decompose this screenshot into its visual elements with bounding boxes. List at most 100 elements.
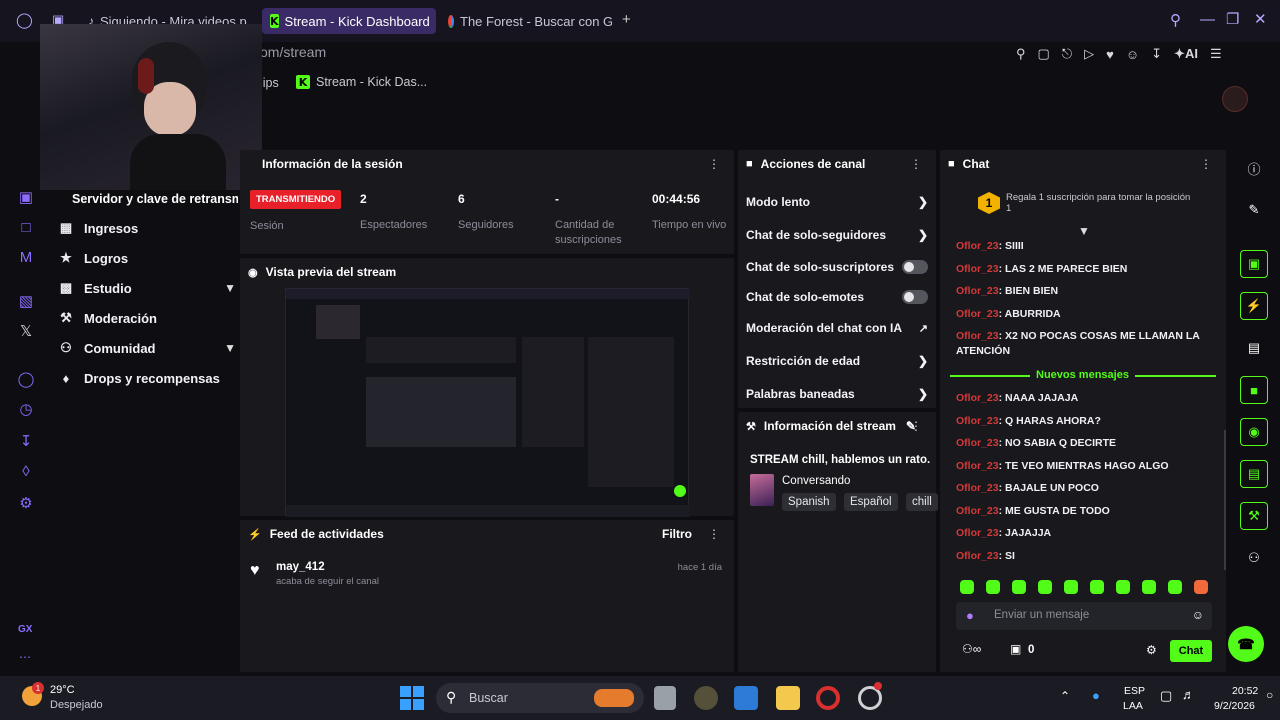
profile-icon[interactable]: ☺	[1126, 47, 1139, 62]
microphone-icon[interactable]: ●	[1092, 688, 1100, 703]
more-dots-icon[interactable]: ⋯	[19, 650, 31, 664]
tag[interactable]: Spanish	[782, 493, 836, 511]
weather-temp[interactable]: 29°C	[50, 684, 75, 696]
task-view-icon[interactable]	[654, 686, 676, 710]
chat-username[interactable]: Oflor_23	[956, 527, 999, 539]
chat-toggle-icon[interactable]: ■	[1240, 376, 1268, 404]
action-age-restriction[interactable]: Restricción de edad ❯	[746, 350, 928, 372]
action-emotes-only[interactable]: Chat de solo-emotes	[746, 286, 928, 308]
feed-username[interactable]: may_412	[276, 561, 325, 573]
close-icon[interactable]: ✕	[1254, 10, 1267, 28]
language-bottom[interactable]: LAA	[1123, 700, 1143, 712]
pinned-expand-icon[interactable]: ▼	[1078, 224, 1090, 238]
community-icon[interactable]: ⚇	[1240, 544, 1268, 572]
emote-icon[interactable]	[1090, 580, 1104, 594]
play-icon[interactable]: ▷	[1084, 46, 1094, 62]
chat-username[interactable]: Oflor_23	[956, 550, 999, 562]
network-icon[interactable]: ▢	[1160, 688, 1172, 704]
help-headset-button[interactable]: ☎	[1228, 626, 1264, 662]
history-icon[interactable]: ◷	[16, 400, 36, 420]
kebab-menu-icon[interactable]: ⋮	[910, 419, 922, 433]
stream-category[interactable]: Conversando	[782, 475, 850, 487]
kebab-menu-icon[interactable]: ⋮	[910, 157, 922, 171]
url-text[interactable]: om/stream	[260, 44, 326, 60]
edit-pencil-icon[interactable]: ✎	[1240, 196, 1268, 224]
broadcast-icon[interactable]: ◉	[1240, 418, 1268, 446]
chevron-up-icon[interactable]: ⌃	[1060, 689, 1070, 703]
shield-icon[interactable]: ⎋	[1062, 46, 1072, 62]
community-icon[interactable]: ⚇∞	[962, 642, 981, 656]
opera-circle-icon[interactable]: ◯	[16, 370, 36, 390]
chat-username[interactable]: Oflor_23	[956, 240, 999, 252]
snapshot-icon[interactable]: ▢	[1038, 46, 1050, 62]
emote-icon[interactable]	[1012, 580, 1026, 594]
gift-prompt[interactable]: Regala 1 suscripción para tomar la posic…	[1006, 192, 1196, 214]
chat-username[interactable]: Oflor_23	[956, 505, 999, 517]
fullscreen-preview-icon[interactable]: ▣	[1240, 250, 1268, 278]
toggle-switch[interactable]	[902, 290, 928, 304]
new-tab-plus-icon[interactable]: +	[622, 11, 631, 28]
info-icon[interactable]: ⓘ	[1240, 154, 1268, 182]
tag[interactable]: chill	[906, 493, 938, 511]
chat-settings-gear-icon[interactable]: ⚙	[1146, 643, 1157, 657]
chat-input[interactable]: ● Enviar un mensaje ☺	[956, 602, 1212, 630]
sidebar-item-achievements[interactable]: ★ Logros	[58, 246, 128, 270]
emote-icon[interactable]	[1038, 580, 1052, 594]
chat-username[interactable]: Oflor_23	[956, 437, 999, 449]
sidebar-item-community[interactable]: ⚇ Comunidad ▼	[58, 336, 236, 360]
chat-username[interactable]: Oflor_23	[956, 263, 999, 275]
search-icon[interactable]: ⚲	[1170, 11, 1181, 29]
layout-icon[interactable]: ▤	[1240, 460, 1268, 488]
sidebar-item-studio[interactable]: ▩ Estudio ▼	[58, 276, 236, 300]
microphone-icon[interactable]: ●	[966, 608, 974, 623]
chat-username[interactable]: Oflor_23	[956, 392, 999, 404]
emote-icon[interactable]	[1194, 580, 1208, 594]
gx-label[interactable]: GX	[18, 624, 32, 635]
category-thumbnail[interactable]	[750, 474, 774, 506]
ai-button[interactable]: ✦AI	[1174, 46, 1198, 62]
chat-username[interactable]: Oflor_23	[956, 415, 999, 427]
kebab-menu-icon[interactable]: ⋮	[1200, 157, 1212, 171]
toggle-switch[interactable]	[902, 260, 928, 274]
windows-start-icon[interactable]	[400, 686, 424, 710]
extensions-icon[interactable]: ◊	[16, 462, 36, 482]
clock-date[interactable]: 9/2/2026	[1214, 700, 1255, 712]
sidebar-item-revenue[interactable]: ▦ Ingresos	[58, 216, 138, 240]
chat-username[interactable]: Oflor_23	[956, 482, 999, 494]
weather-desc[interactable]: Despejado	[50, 699, 103, 711]
emote-icon[interactable]	[986, 580, 1000, 594]
action-slow-mode[interactable]: Modo lento ❯	[746, 191, 928, 213]
tab-kick-dashboard[interactable]: K Stream - Kick Dashboard	[262, 8, 436, 34]
taskbar-search-input[interactable]: ⚲ Buscar	[436, 683, 644, 713]
chat-send-button[interactable]: Chat	[1170, 640, 1212, 662]
tab-google-search[interactable]: The Forest - Buscar con G	[440, 8, 612, 34]
emoji-icon[interactable]: ☺	[1192, 608, 1204, 622]
chat-username[interactable]: Oflor_23	[956, 308, 999, 320]
aria-icon[interactable]: ▣	[16, 188, 36, 208]
bookmark-item[interactable]: lips	[260, 76, 279, 90]
chat-username[interactable]: Oflor_23	[956, 460, 999, 472]
action-subscribers-only[interactable]: Chat de solo-suscriptores	[746, 256, 928, 278]
heart-icon[interactable]: ♥	[1106, 47, 1114, 62]
opera-gx-logo-icon[interactable]: ◯	[16, 11, 33, 29]
mail-icon[interactable]	[734, 686, 758, 710]
minimize-icon[interactable]: —	[1200, 11, 1215, 28]
kebab-menu-icon[interactable]: ⋮	[708, 157, 720, 171]
clock-time[interactable]: 20:52	[1232, 685, 1258, 697]
emote-icon[interactable]	[960, 580, 974, 594]
store-icon[interactable]: ▣	[1010, 642, 1021, 656]
game-app-icon[interactable]	[694, 686, 718, 710]
m-icon[interactable]: M	[16, 248, 36, 268]
action-ai-moderation[interactable]: Moderación del chat con IA ↗	[746, 317, 928, 339]
action-followers-only[interactable]: Chat de solo-seguidores ❯	[746, 224, 928, 246]
emote-icon[interactable]	[1168, 580, 1182, 594]
emote-icon[interactable]	[1142, 580, 1156, 594]
pin-icon[interactable]: ⚲	[1016, 46, 1026, 62]
emote-icon[interactable]	[1064, 580, 1078, 594]
menu-icon[interactable]: ☰	[1210, 46, 1222, 62]
notes-icon[interactable]: ▤	[1240, 334, 1268, 362]
x-twitter-icon[interactable]: 𝕏	[16, 322, 36, 342]
stream-preview-video[interactable]	[285, 288, 690, 517]
maximize-icon[interactable]: ❐	[1226, 10, 1239, 28]
filter-button[interactable]: Filtro	[662, 527, 692, 541]
